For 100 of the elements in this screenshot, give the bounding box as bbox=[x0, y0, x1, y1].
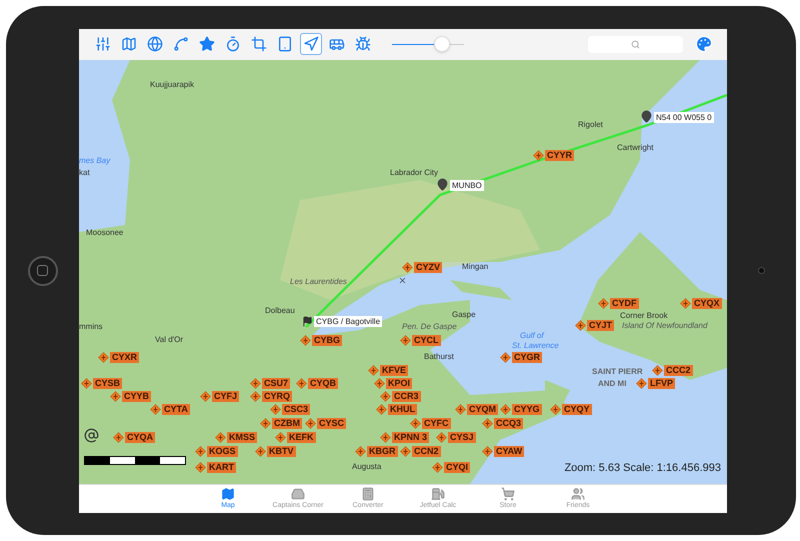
map-pin-icon[interactable] bbox=[436, 178, 449, 190]
airport-icon[interactable] bbox=[250, 378, 261, 388]
airport-icon[interactable] bbox=[300, 334, 311, 346]
airport-icon[interactable] bbox=[533, 150, 544, 160]
map-drawing[interactable] bbox=[79, 60, 727, 484]
airport-label[interactable]: KPNN 3 bbox=[392, 432, 430, 442]
airport-label[interactable]: CCN2 bbox=[412, 446, 441, 456]
map-pin-icon[interactable] bbox=[640, 110, 653, 122]
airport-label[interactable]: CYBG bbox=[312, 334, 342, 346]
airport-icon[interactable] bbox=[98, 352, 109, 362]
airport-label[interactable]: KMSS bbox=[227, 432, 258, 442]
airport-icon[interactable] bbox=[195, 462, 206, 472]
airport-label[interactable]: CSC3 bbox=[282, 404, 310, 414]
airport-label[interactable]: CZBM bbox=[272, 418, 302, 428]
airport-label[interactable]: CYDF bbox=[610, 298, 638, 308]
slider-thumb[interactable] bbox=[434, 36, 450, 52]
airport-label[interactable]: CCQ3 bbox=[494, 418, 524, 428]
airport-label[interactable]: KART bbox=[207, 462, 236, 472]
waypoint-label[interactable]: CYBG / Bagotville bbox=[314, 316, 382, 326]
airport-icon[interactable] bbox=[400, 334, 411, 346]
airport-label[interactable]: CYSC bbox=[317, 418, 346, 428]
airport-icon[interactable] bbox=[482, 446, 493, 456]
toolbar-button[interactable] bbox=[300, 33, 322, 55]
airport-label[interactable]: KPOI bbox=[386, 378, 412, 388]
airport-label[interactable]: CYGR bbox=[512, 352, 542, 362]
airport-icon[interactable] bbox=[195, 446, 206, 456]
airport-icon[interactable] bbox=[374, 378, 385, 388]
airport-icon[interactable] bbox=[270, 404, 281, 414]
airport-label[interactable]: CYCL bbox=[412, 334, 440, 346]
airport-label[interactable]: CYJT bbox=[587, 320, 614, 330]
airport-label[interactable]: CYTA bbox=[162, 404, 190, 414]
airport-label[interactable]: CSU7 bbox=[262, 378, 290, 388]
airport-label[interactable]: KEFK bbox=[287, 432, 316, 442]
airport-icon[interactable] bbox=[500, 404, 511, 414]
place-name: Mingan bbox=[462, 262, 488, 270]
airport-icon[interactable] bbox=[255, 446, 266, 456]
waypoint-label[interactable]: MUNBO bbox=[450, 180, 484, 190]
airport-icon[interactable] bbox=[436, 432, 447, 442]
airport-label[interactable]: KBGR bbox=[367, 446, 398, 456]
waypoint-label[interactable]: N54 00 W055 0 bbox=[654, 112, 714, 122]
airport-icon[interactable] bbox=[455, 404, 466, 414]
airport-label[interactable]: KOGS bbox=[207, 446, 238, 456]
airport-label[interactable]: CYYR bbox=[545, 150, 574, 160]
airport-label[interactable]: CYSB bbox=[93, 378, 122, 388]
airport-label[interactable]: LFVP bbox=[648, 378, 676, 388]
airport-icon[interactable] bbox=[296, 378, 307, 388]
airport-label[interactable]: CYZV bbox=[414, 262, 442, 272]
airport-icon[interactable] bbox=[598, 298, 609, 308]
airport-icon[interactable] bbox=[380, 390, 391, 402]
airport-label[interactable]: CYQY bbox=[562, 404, 592, 414]
airport-icon[interactable] bbox=[376, 404, 387, 414]
airport-icon[interactable] bbox=[575, 320, 586, 330]
airport-label[interactable]: CYQB bbox=[308, 378, 338, 388]
search-field[interactable] bbox=[588, 36, 683, 52]
airport-label[interactable]: CYXR bbox=[110, 352, 140, 362]
at-sign-icon[interactable] bbox=[84, 428, 99, 442]
airport-label[interactable]: CYQI bbox=[444, 462, 470, 472]
airport-label[interactable]: CYYG bbox=[512, 404, 542, 414]
airport-label[interactable]: CYYB bbox=[122, 390, 152, 402]
flag-icon[interactable] bbox=[302, 316, 313, 326]
airport-label[interactable]: CYRQ bbox=[262, 390, 292, 402]
airport-icon[interactable] bbox=[305, 418, 316, 428]
airport-icon[interactable] bbox=[355, 446, 366, 456]
airport-icon[interactable] bbox=[81, 378, 92, 388]
airport-icon[interactable] bbox=[410, 418, 421, 428]
airport-icon[interactable] bbox=[402, 262, 413, 272]
airport-icon[interactable] bbox=[113, 432, 124, 442]
airport-icon[interactable] bbox=[200, 390, 211, 402]
airport-icon[interactable] bbox=[680, 298, 691, 308]
airport-label[interactable]: CYAW bbox=[494, 446, 524, 456]
airport-label[interactable]: CYQA bbox=[125, 432, 156, 442]
airport-label[interactable]: KBTV bbox=[267, 446, 296, 456]
airport-label[interactable]: CYFJ bbox=[212, 390, 240, 402]
airport-label[interactable]: CYQM bbox=[467, 404, 498, 414]
airport-icon[interactable] bbox=[380, 432, 391, 442]
airport-icon[interactable] bbox=[368, 364, 379, 376]
airport-icon[interactable] bbox=[110, 390, 121, 402]
airport-icon[interactable] bbox=[482, 418, 493, 428]
airport-label[interactable]: CYFC bbox=[422, 418, 450, 428]
airport-icon[interactable] bbox=[636, 378, 647, 388]
home-button[interactable] bbox=[28, 256, 58, 286]
airport-icon[interactable] bbox=[432, 462, 443, 472]
airport-label[interactable]: CYSJ bbox=[448, 432, 476, 442]
airport-icon[interactable] bbox=[250, 390, 261, 402]
airport-icon[interactable] bbox=[150, 404, 161, 414]
airport-icon[interactable] bbox=[215, 432, 226, 442]
zoom-scale-readout: Zoom: 5.63 Scale: 1:16.456.993 bbox=[564, 461, 721, 476]
airport-label[interactable]: CCR3 bbox=[392, 390, 421, 402]
airport-icon[interactable] bbox=[500, 352, 511, 362]
airport-label[interactable]: CCC2 bbox=[664, 364, 693, 376]
airport-icon[interactable] bbox=[400, 446, 411, 456]
airport-label[interactable]: KHUL bbox=[388, 404, 417, 414]
airport-label[interactable]: KFVE bbox=[380, 364, 408, 376]
airport-icon[interactable] bbox=[275, 432, 286, 442]
airport-icon[interactable] bbox=[260, 418, 271, 428]
airport-icon[interactable] bbox=[652, 364, 663, 376]
airport-label[interactable]: CYQX bbox=[692, 298, 722, 308]
airport-icon[interactable] bbox=[550, 404, 561, 414]
zoom-slider[interactable] bbox=[392, 36, 464, 52]
palette-icon[interactable] bbox=[695, 35, 713, 53]
